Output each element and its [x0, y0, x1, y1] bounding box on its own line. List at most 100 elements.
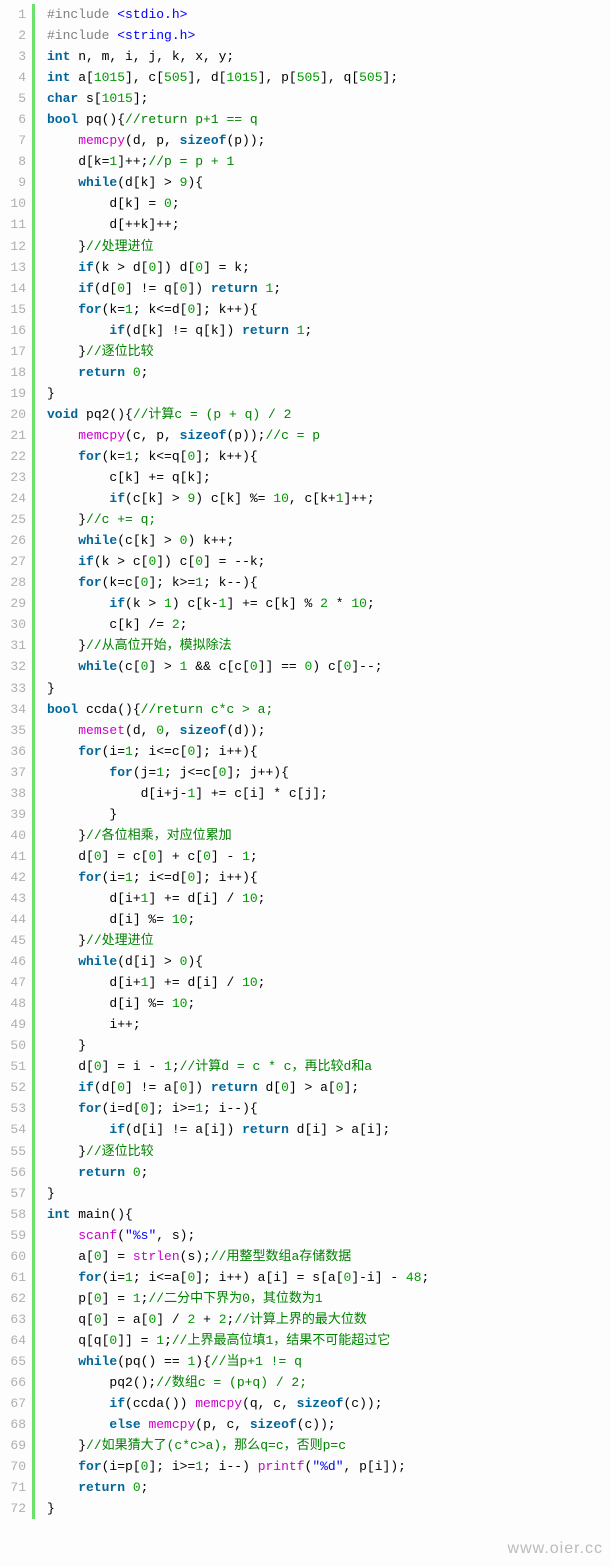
line-number: 45 [4, 930, 26, 951]
code-line: for(i=1; i<=d[0]; i++){ [47, 867, 429, 888]
line-number: 21 [4, 425, 26, 446]
line-number: 46 [4, 951, 26, 972]
code-line: if(k > d[0]) d[0] = k; [47, 257, 429, 278]
code-line: for(k=1; k<=d[0]; k++){ [47, 299, 429, 320]
line-number: 57 [4, 1183, 26, 1204]
code-line: }//各位相乘，对应位累加 [47, 825, 429, 846]
code-line: c[k] /= 2; [47, 614, 429, 635]
line-number: 53 [4, 1098, 26, 1119]
code-line: pq2();//数组c = (p+q) / 2; [47, 1372, 429, 1393]
line-number: 47 [4, 972, 26, 993]
code-line: d[i] %= 10; [47, 993, 429, 1014]
line-number: 15 [4, 299, 26, 320]
code-line: while(d[k] > 9){ [47, 172, 429, 193]
line-number: 39 [4, 804, 26, 825]
line-number: 62 [4, 1288, 26, 1309]
code-line: d[i+1] += d[i] / 10; [47, 888, 429, 909]
line-number: 24 [4, 488, 26, 509]
line-number: 41 [4, 846, 26, 867]
line-number: 33 [4, 678, 26, 699]
code-line: int a[1015], c[505], d[1015], p[505], q[… [47, 67, 429, 88]
code-line: q[0] = a[0] / 2 + 2;//计算上界的最大位数 [47, 1309, 429, 1330]
code-line: for(k=c[0]; k>=1; k--){ [47, 572, 429, 593]
code-line: d[++k]++; [47, 214, 429, 235]
line-number: 19 [4, 383, 26, 404]
line-number: 52 [4, 1077, 26, 1098]
code-line: d[k=1]++;//p = p + 1 [47, 151, 429, 172]
code-line: q[q[0]] = 1;//上界最高位填1，结果不可能超过它 [47, 1330, 429, 1351]
code-line: memcpy(d, p, sizeof(p)); [47, 130, 429, 151]
line-number: 30 [4, 614, 26, 635]
line-number: 65 [4, 1351, 26, 1372]
code-line: } [47, 1183, 429, 1204]
code-line: char s[1015]; [47, 88, 429, 109]
line-number: 71 [4, 1477, 26, 1498]
line-number: 51 [4, 1056, 26, 1077]
code-line: if(d[0] != a[0]) return d[0] > a[0]; [47, 1077, 429, 1098]
line-number: 49 [4, 1014, 26, 1035]
line-number: 6 [4, 109, 26, 130]
code-line: memset(d, 0, sizeof(d)); [47, 720, 429, 741]
line-number: 44 [4, 909, 26, 930]
code-line: d[i] %= 10; [47, 909, 429, 930]
line-number: 11 [4, 214, 26, 235]
line-number: 10 [4, 193, 26, 214]
line-number: 58 [4, 1204, 26, 1225]
code-line: }//如果猜大了(c*c>a)，那么q=c，否则p=c [47, 1435, 429, 1456]
code-line: for(i=p[0]; i>=1; i--) printf("%d", p[i]… [47, 1456, 429, 1477]
line-number: 48 [4, 993, 26, 1014]
code-line: } [47, 678, 429, 699]
line-number: 1 [4, 4, 26, 25]
code-line: if(ccda()) memcpy(q, c, sizeof(c)); [47, 1393, 429, 1414]
line-number: 55 [4, 1141, 26, 1162]
code-line: a[0] = strlen(s);//用整型数组a存储数据 [47, 1246, 429, 1267]
code-line: if(k > 1) c[k-1] += c[k] % 2 * 10; [47, 593, 429, 614]
line-number: 59 [4, 1225, 26, 1246]
code-line: }//从高位开始，模拟除法 [47, 635, 429, 656]
line-number: 16 [4, 320, 26, 341]
line-number: 54 [4, 1119, 26, 1140]
line-number: 69 [4, 1435, 26, 1456]
code-line: }//逐位比较 [47, 341, 429, 362]
line-number: 7 [4, 130, 26, 151]
line-number: 37 [4, 762, 26, 783]
line-number: 56 [4, 1162, 26, 1183]
line-number: 29 [4, 593, 26, 614]
code-line: d[0] = i - 1;//计算d = c * c，再比较d和a [47, 1056, 429, 1077]
code-line: return 0; [47, 362, 429, 383]
code-line: memcpy(c, p, sizeof(p));//c = p [47, 425, 429, 446]
line-number: 38 [4, 783, 26, 804]
line-number: 26 [4, 530, 26, 551]
code-line: for(i=1; i<=a[0]; i++) a[i] = s[a[0]-i] … [47, 1267, 429, 1288]
line-number: 13 [4, 257, 26, 278]
code-line: }//逐位比较 [47, 1141, 429, 1162]
line-number: 35 [4, 720, 26, 741]
code-line: } [47, 1035, 429, 1056]
code-line: for(j=1; j<=c[0]; j++){ [47, 762, 429, 783]
code-line: return 0; [47, 1477, 429, 1498]
code-line: int n, m, i, j, k, x, y; [47, 46, 429, 67]
line-number: 64 [4, 1330, 26, 1351]
code-line: if(c[k] > 9) c[k] %= 10, c[k+1]++; [47, 488, 429, 509]
line-number: 9 [4, 172, 26, 193]
code-line: bool pq(){//return p+1 == q [47, 109, 429, 130]
line-number: 42 [4, 867, 26, 888]
line-number: 28 [4, 572, 26, 593]
code-content: #include <stdio.h>#include <string.h>int… [35, 4, 429, 1519]
code-line: int main(){ [47, 1204, 429, 1225]
code-line: } [47, 1498, 429, 1519]
line-number: 20 [4, 404, 26, 425]
line-number: 61 [4, 1267, 26, 1288]
code-line: }//c += q; [47, 509, 429, 530]
code-line: void pq2(){//计算c = (p + q) / 2 [47, 404, 429, 425]
code-line: d[i+j-1] += c[i] * c[j]; [47, 783, 429, 804]
line-number: 60 [4, 1246, 26, 1267]
code-line: while(d[i] > 0){ [47, 951, 429, 972]
code-block: 1234567891011121314151617181920212223242… [0, 0, 611, 1523]
line-number: 18 [4, 362, 26, 383]
code-line: while(c[0] > 1 && c[c[0]] == 0) c[0]--; [47, 656, 429, 677]
line-number: 68 [4, 1414, 26, 1435]
code-line: for(k=1; k<=q[0]; k++){ [47, 446, 429, 467]
line-number: 25 [4, 509, 26, 530]
line-number: 14 [4, 278, 26, 299]
